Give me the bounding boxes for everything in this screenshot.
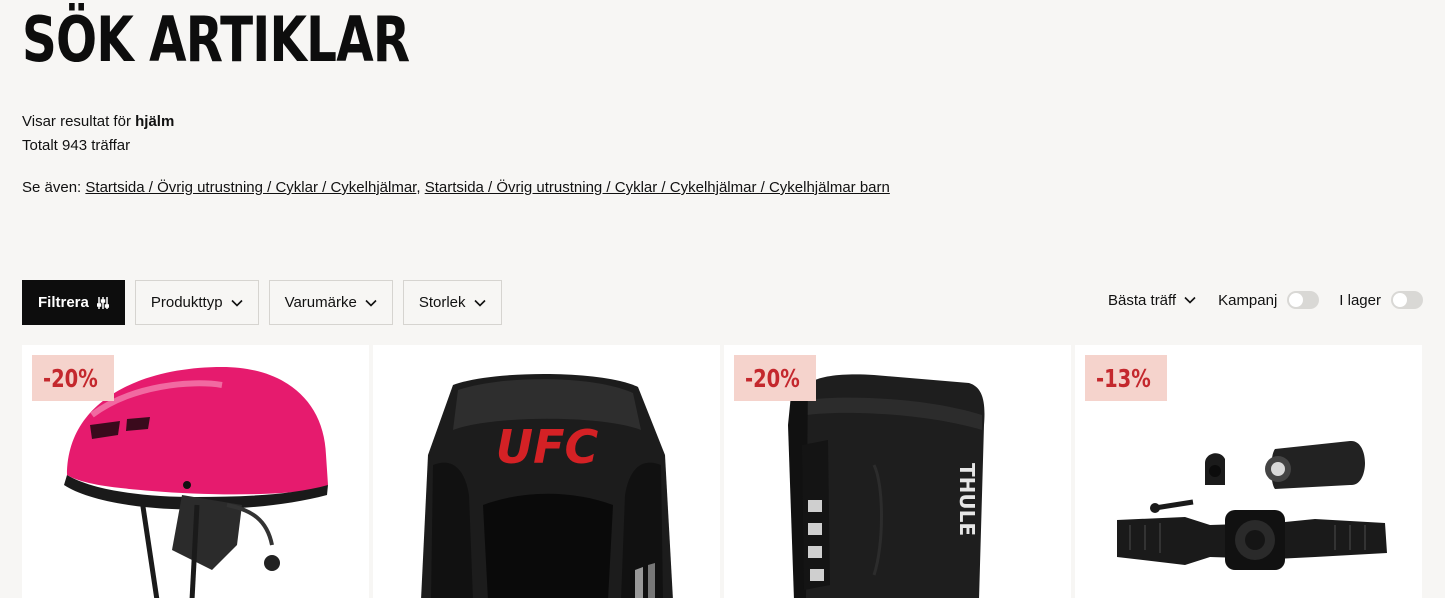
size-label: Storlek [418, 294, 466, 311]
ufc-logo: UFC [496, 420, 599, 474]
sort-label: Bästa träff [1108, 291, 1177, 309]
filter-button-label: Filtrera [38, 294, 89, 311]
size-dropdown[interactable]: Storlek [402, 280, 502, 325]
sort-dropdown[interactable]: Bästa träff [1108, 292, 1196, 309]
product-card[interactable]: UFC [373, 345, 720, 598]
see-also-link-cykelhjalmar[interactable]: Startsida / Övrig utrustning / Cyklar / … [85, 179, 416, 196]
see-also-label: Se även: [22, 179, 82, 196]
sliders-icon [96, 296, 109, 309]
see-also-separator: , [416, 179, 421, 196]
chevron-down-icon [231, 299, 243, 307]
ufc-boxing-headgear-image: UFC [421, 374, 673, 598]
results-line: Visar resultat för hjälm [22, 110, 174, 134]
see-also-link-cykelhjalmar-barn[interactable]: Startsida / Övrig utrustning / Cyklar / … [425, 179, 890, 196]
brand-label: Varumärke [284, 294, 357, 311]
in-stock-toggle[interactable] [1391, 291, 1423, 309]
search-info: Visar resultat för hjälm Totalt 943 träf… [22, 110, 174, 158]
product-card[interactable]: -20% [22, 345, 369, 598]
chevron-down-icon [365, 299, 377, 307]
producttype-dropdown[interactable]: Produkttyp [134, 280, 259, 325]
filter-bar: Filtrera Produkttyp Varumärke Storlek [22, 280, 502, 325]
search-query: hjälm [135, 113, 175, 130]
page-title: SÖK ARTIKLAR [22, 3, 410, 76]
total-hits: Totalt 943 träffar [22, 137, 131, 154]
discount-badge: -20% [32, 355, 115, 401]
discount-badge: -13% [1085, 355, 1168, 401]
campaign-toggle[interactable] [1287, 291, 1320, 309]
chevron-down-icon [473, 299, 486, 307]
campaign-toggle-group: Kampanj [1218, 291, 1320, 309]
discount-badge: -20% [734, 355, 817, 401]
product-card[interactable]: THULE -20% [724, 345, 1071, 598]
thule-logo: THULE [955, 463, 979, 536]
see-also: Se även: Startsida / Övrig utrustning / … [22, 177, 890, 199]
brand-dropdown[interactable]: Varumärke [268, 280, 393, 325]
campaign-label: Kampanj [1218, 291, 1278, 309]
producttype-label: Produkttyp [150, 294, 223, 311]
product-card[interactable]: -13% [1075, 345, 1422, 598]
in-stock-label: I lager [1339, 291, 1381, 309]
chevron-down-icon [1184, 296, 1196, 304]
results-prefix: Visar resultat för [22, 113, 131, 130]
filter-button[interactable]: Filtrera [22, 280, 125, 325]
in-stock-toggle-group: I lager [1339, 291, 1423, 309]
product-grid: -20% UFC THULE -20% -13% [22, 345, 1422, 598]
sort-and-toggles: Bästa träff Kampanj I lager [1108, 291, 1423, 309]
